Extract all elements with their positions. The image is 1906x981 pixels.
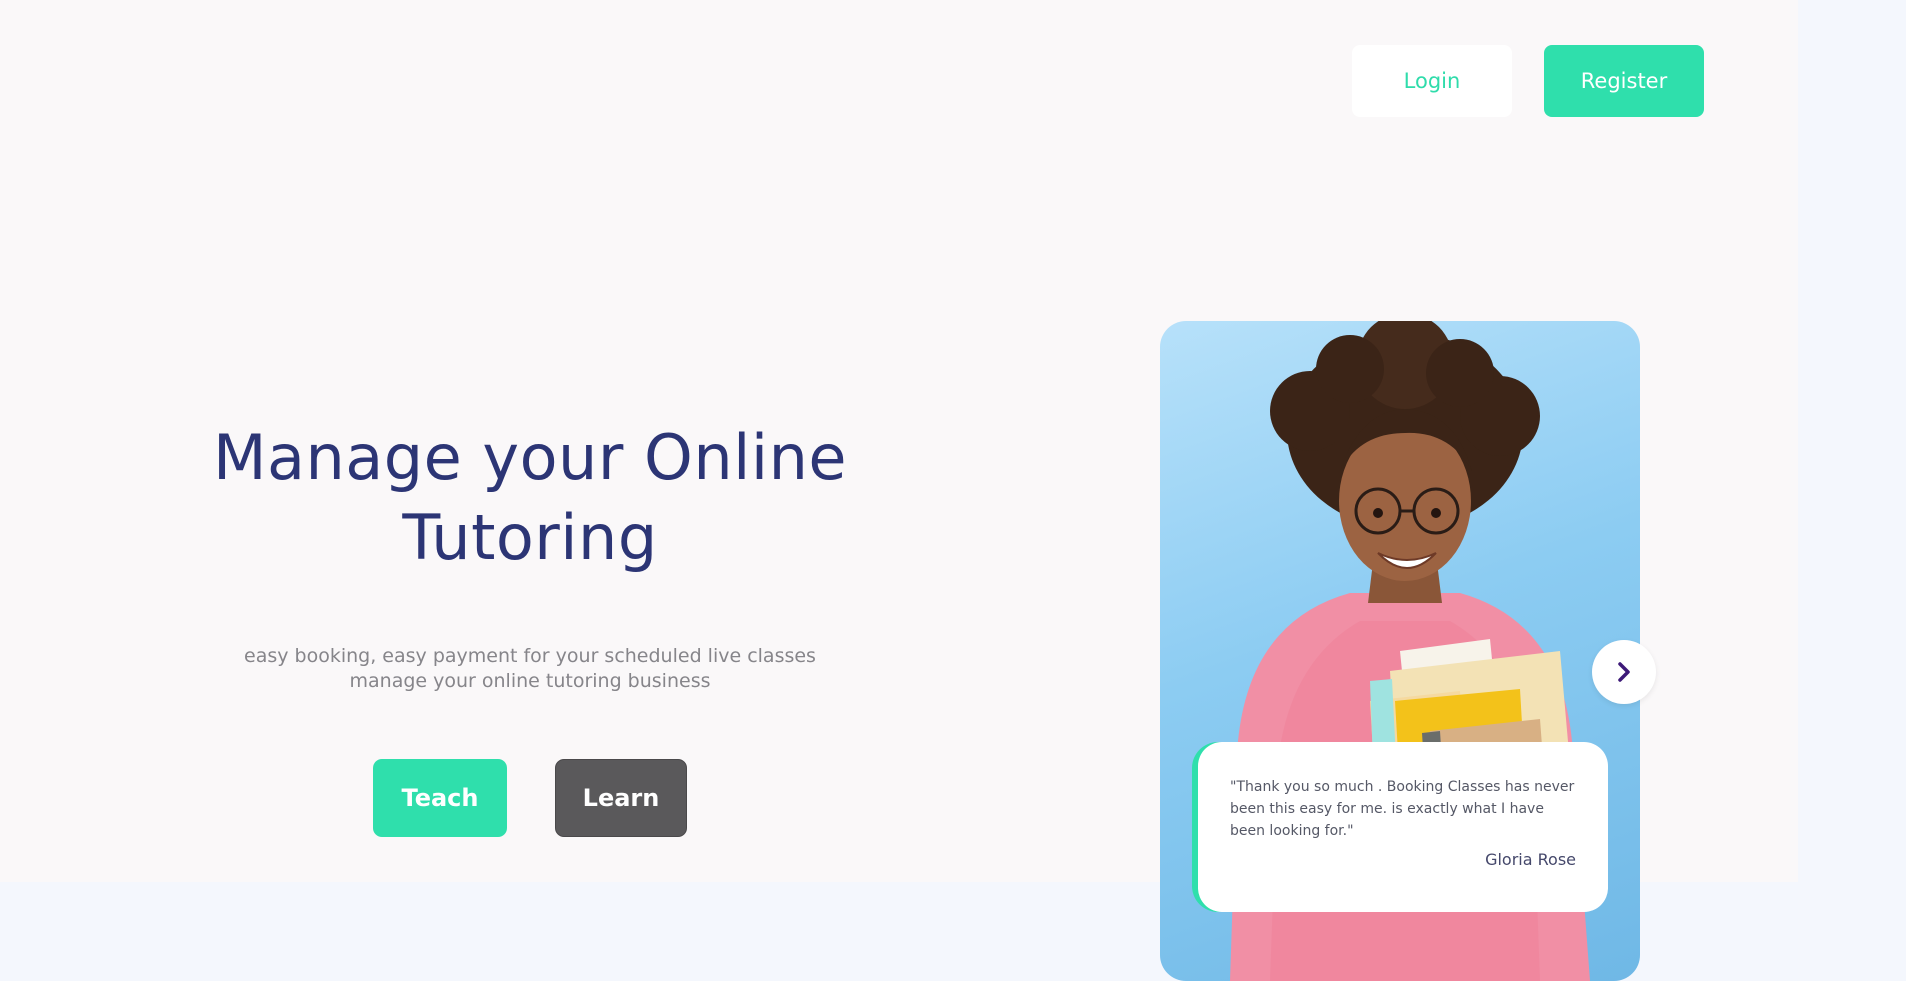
- hero-subtitle-line-1: easy booking, easy payment for your sche…: [244, 645, 816, 667]
- hero-subtitle-line-2: manage your online tutoring business: [349, 670, 711, 692]
- testimonial-card: "Thank you so much . Booking Classes has…: [1192, 742, 1608, 912]
- hero-subtitle: easy booking, easy payment for your sche…: [200, 644, 860, 694]
- teach-button[interactable]: Teach: [373, 759, 507, 837]
- chevron-right-icon: [1618, 662, 1630, 682]
- register-button[interactable]: Register: [1544, 45, 1704, 117]
- hero-title-line-1: Manage your Online: [212, 421, 848, 494]
- testimonial-author: Gloria Rose: [1485, 850, 1576, 869]
- login-button[interactable]: Login: [1352, 45, 1512, 117]
- testimonial-quote: "Thank you so much . Booking Classes has…: [1230, 779, 1575, 839]
- learn-button[interactable]: Learn: [555, 759, 687, 837]
- next-slide-button[interactable]: [1592, 640, 1656, 704]
- testimonial-body: "Thank you so much . Booking Classes has…: [1198, 742, 1608, 912]
- hero-title: Manage your Online Tutoring: [160, 418, 900, 578]
- hero-title-line-2: Tutoring: [402, 501, 658, 574]
